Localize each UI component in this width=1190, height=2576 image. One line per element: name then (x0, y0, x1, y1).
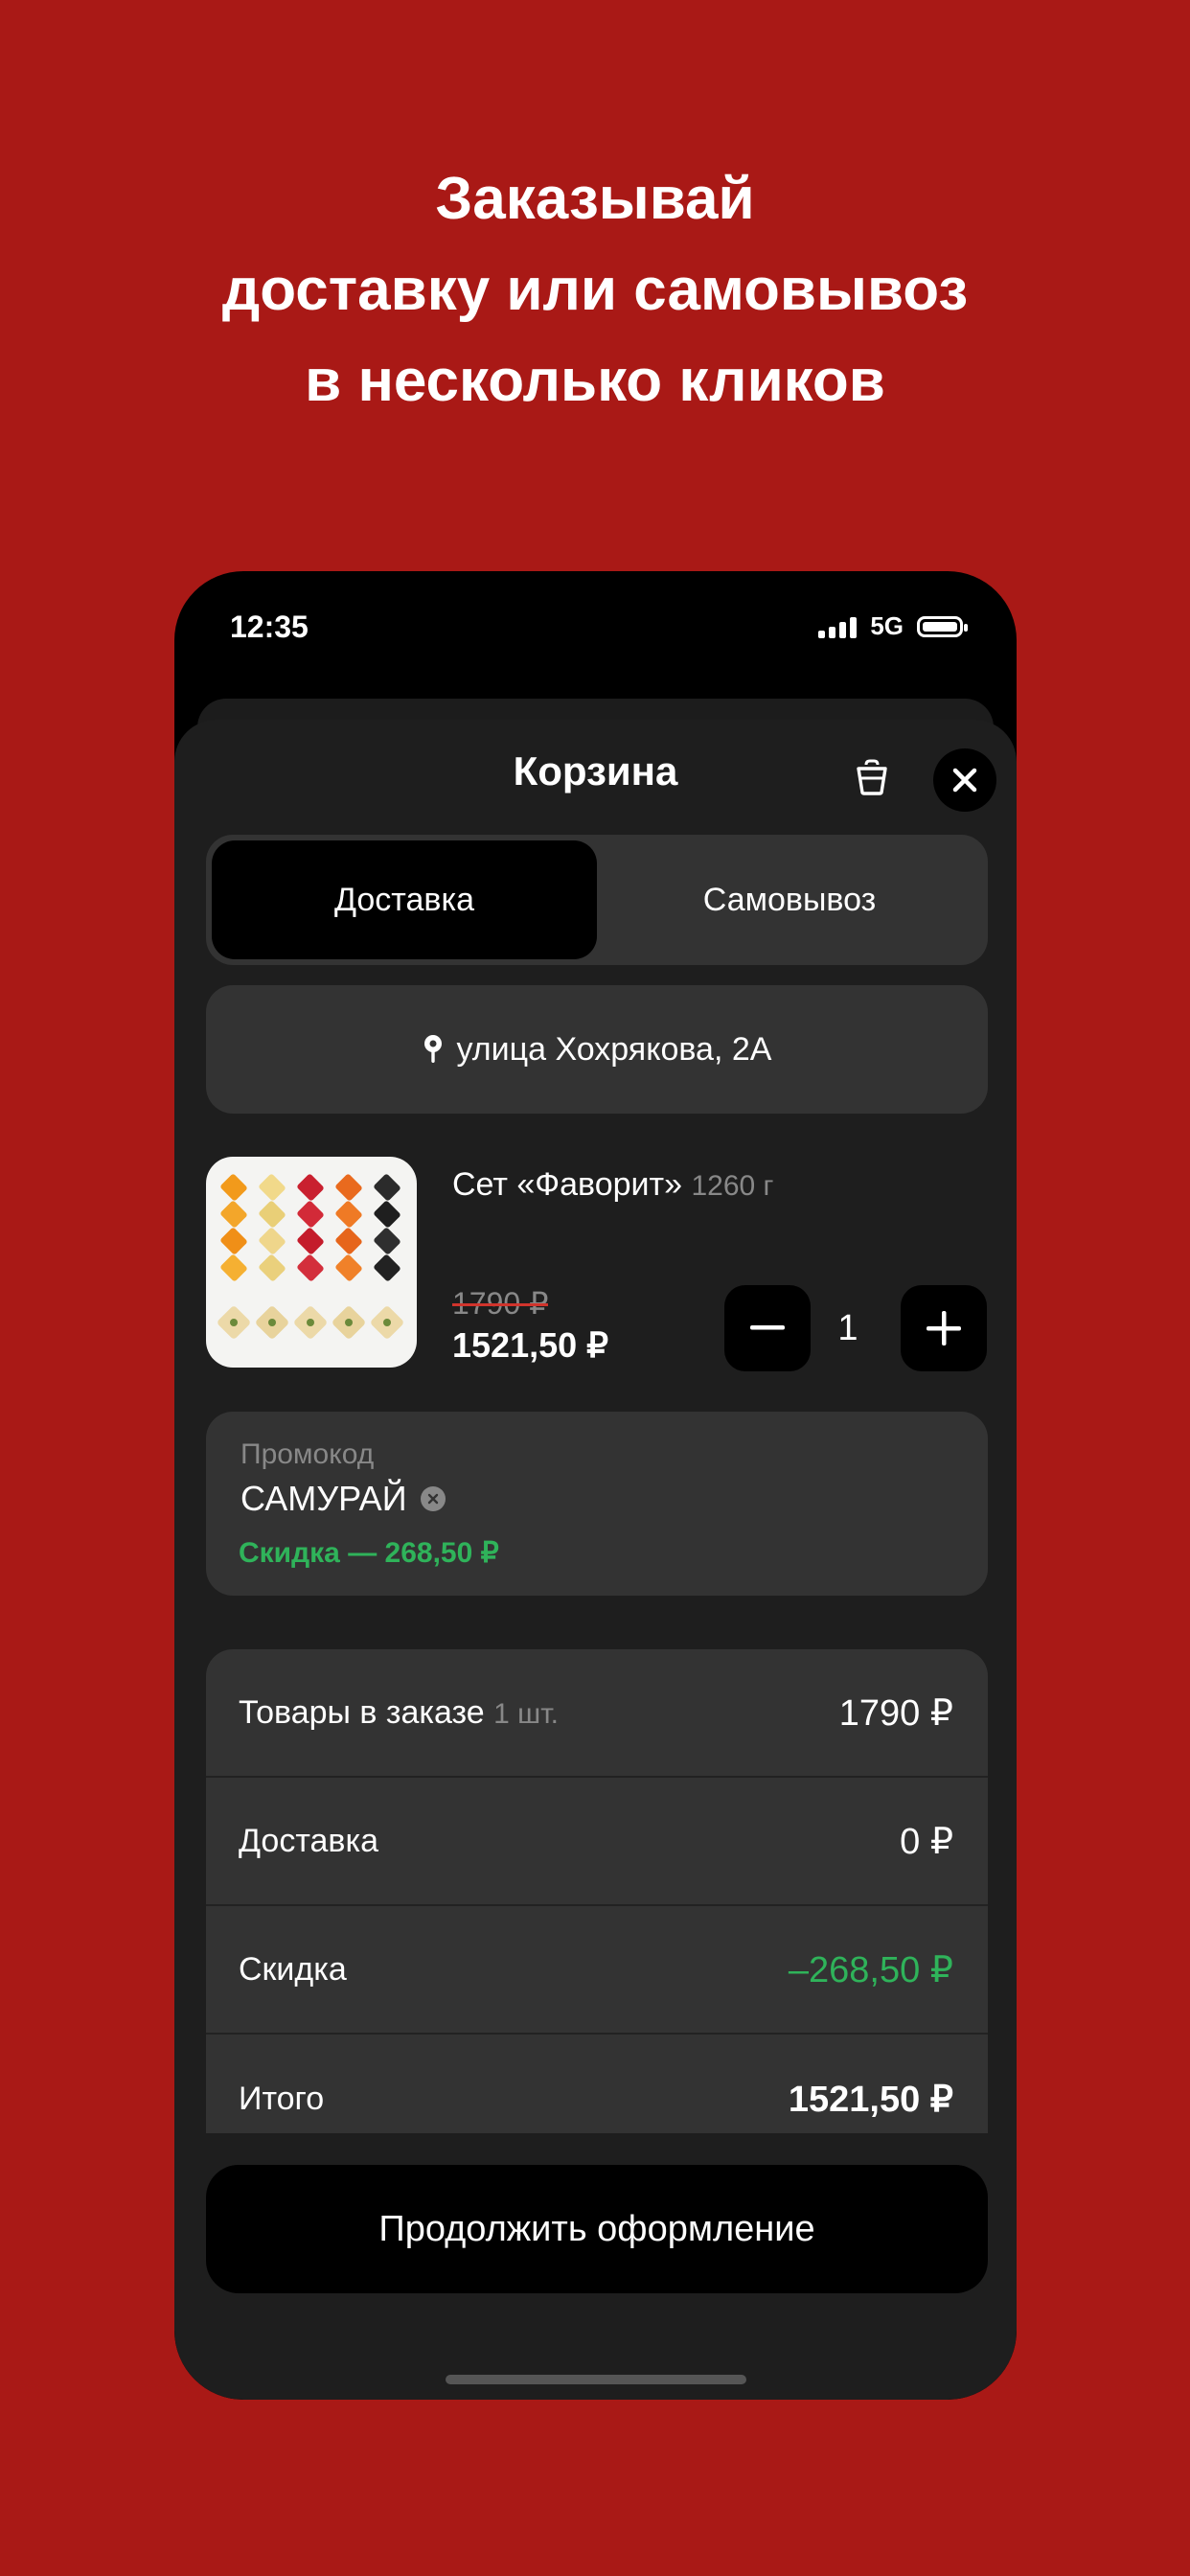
close-icon (952, 768, 977, 793)
tab-pickup[interactable]: Самовывоз (597, 840, 982, 959)
status-time: 12:35 (230, 610, 309, 644)
battery-icon (917, 615, 968, 637)
summary-discount-value: –268,50 ₽ (788, 1949, 953, 1990)
summary-delivery-value: 0 ₽ (900, 1821, 953, 1862)
plus-icon (927, 1311, 961, 1346)
close-button[interactable] (933, 748, 996, 812)
item-image (206, 1157, 417, 1368)
promo-label: Промокод (240, 1438, 375, 1470)
minus-icon (750, 1325, 785, 1330)
headline-line-2: доставку или самовывоз (221, 257, 969, 323)
promo-code-field[interactable]: Промокод САМУРАЙ Скидка — 268,50 ₽ (206, 1412, 988, 1596)
phone-frame: 12:35 5G Корзина Доставка Самовывоз улиц… (174, 571, 1017, 2400)
cart-sheet: Корзина Доставка Самовывоз улица Хохряко… (174, 720, 1017, 2400)
item-title: Сет «Фаворит» 1260 г (452, 1166, 773, 1204)
checkout-button[interactable]: Продолжить оформление (206, 2165, 988, 2293)
summary-row-delivery: Доставка 0 ₽ (206, 1778, 988, 1906)
trash-icon[interactable] (845, 750, 899, 804)
delivery-mode-switch: Доставка Самовывоз (206, 835, 988, 965)
promo-code-value: САМУРАЙ (240, 1479, 446, 1519)
summary-total-label: Итого (239, 2080, 325, 2117)
order-summary: Товары в заказе 1 шт. 1790 ₽ Доставка 0 … (206, 1649, 988, 2133)
summary-total-value: 1521,50 ₽ (788, 2079, 953, 2120)
clear-promo-icon[interactable] (420, 1486, 446, 1511)
decrease-quantity-button[interactable] (724, 1285, 811, 1371)
increase-quantity-button[interactable] (901, 1285, 987, 1371)
summary-row-items: Товары в заказе 1 шт. 1790 ₽ (206, 1649, 988, 1778)
summary-discount-label: Скидка (239, 1950, 347, 1988)
network-label: 5G (870, 611, 904, 640)
promo-code-text: САМУРАЙ (240, 1479, 407, 1518)
signal-icon (818, 615, 858, 638)
address-selector[interactable]: улица Хохрякова, 2А (206, 985, 988, 1114)
item-new-price: 1521,50 ₽ (452, 1325, 609, 1365)
item-old-price: 1790 ₽ (452, 1286, 549, 1321)
headline-line-1: Заказывай (435, 166, 755, 232)
home-indicator[interactable] (446, 2375, 746, 2384)
location-pin-icon (423, 1035, 442, 1063)
tab-delivery[interactable]: Доставка (212, 840, 597, 959)
promo-discount: Скидка — 268,50 ₽ (239, 1537, 499, 1569)
item-quantity: 1 (837, 1308, 858, 1348)
status-icons: 5G (818, 611, 968, 641)
headline-line-3: в несколько кликов (305, 348, 885, 414)
summary-items-value: 1790 ₽ (838, 1692, 953, 1734)
address-text: улица Хохрякова, 2А (456, 1030, 772, 1068)
summary-row-discount: Скидка –268,50 ₽ (206, 1906, 988, 2035)
summary-row-total: Итого 1521,50 ₽ (206, 2035, 988, 2133)
item-weight: 1260 г (691, 1170, 774, 1202)
summary-delivery-label: Доставка (239, 1822, 379, 1859)
summary-items-label: Товары в заказе 1 шт. (239, 1693, 559, 1731)
item-name: Сет «Фаворит» (452, 1166, 682, 1203)
promo-headline: Заказывай доставку или самовывоз в неско… (0, 153, 1190, 426)
